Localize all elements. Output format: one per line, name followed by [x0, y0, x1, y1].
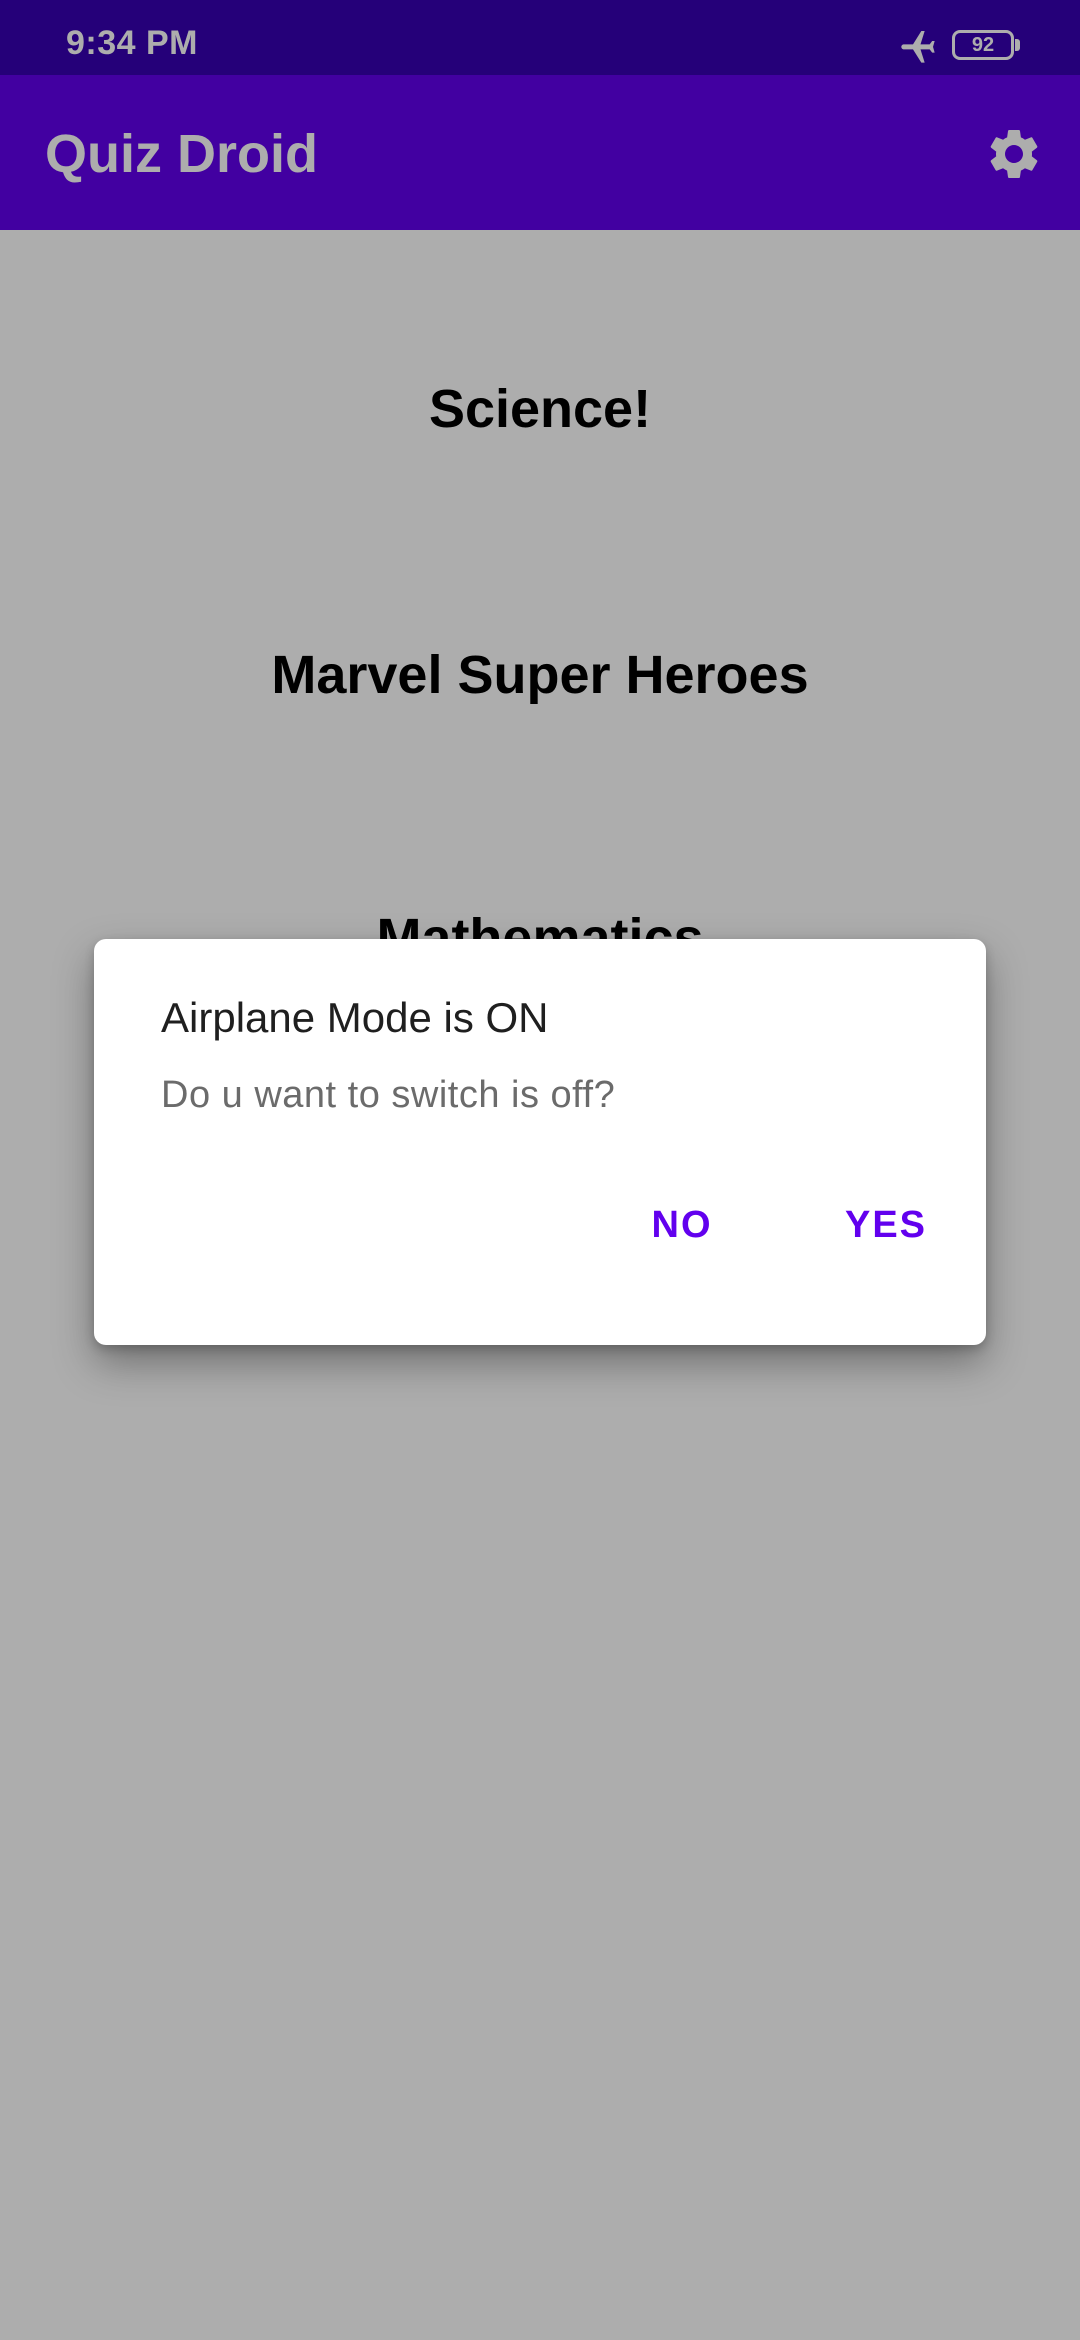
- no-button[interactable]: NO: [622, 1179, 742, 1271]
- airplane-mode-dialog: Airplane Mode is ON Do u want to switch …: [94, 939, 986, 1345]
- dialog-title: Airplane Mode is ON: [161, 994, 549, 1041]
- screen: 9:34 PM 92 Quiz Droid Science! Marvel Su…: [0, 0, 1080, 2340]
- yes-button[interactable]: YES: [816, 1179, 956, 1271]
- dialog-message: Do u want to switch is off?: [161, 1074, 616, 1116]
